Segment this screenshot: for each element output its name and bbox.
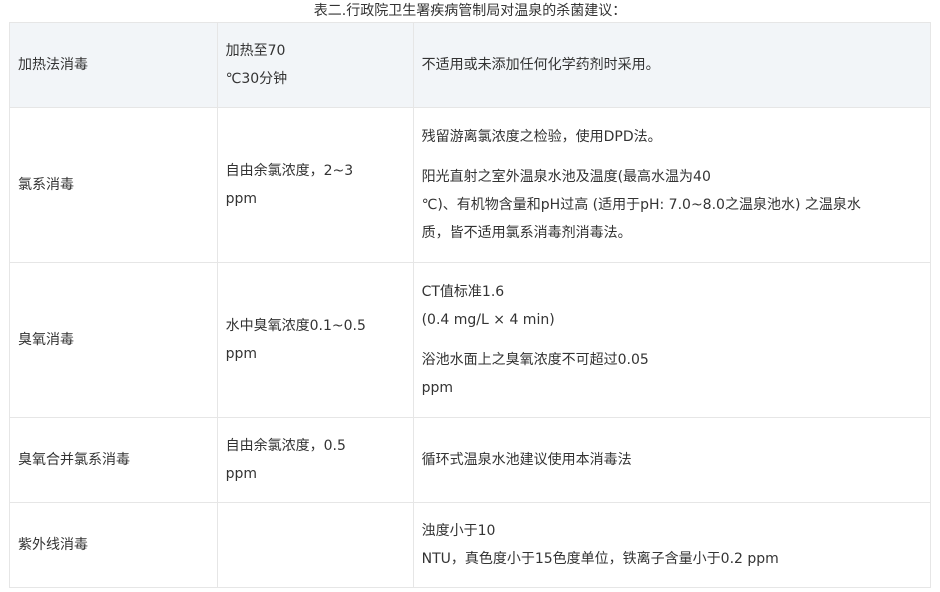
- condition-cell: 水中臭氧浓度0.1~0.5 ppm: [216, 262, 414, 418]
- notes-cell: 浊度小于10 NTU，真色度小于15色度单位，铁离子含量小于0.2 ppm: [412, 502, 932, 588]
- notes-cell: CT值标准1.6 (0.4 mg/L × 4 min) 浴池水面上之臭氧浓度不可…: [412, 262, 932, 418]
- notes-line: 不适用或未添加任何化学药剂时采用。: [421, 57, 660, 73]
- notes-line: ppm: [421, 380, 454, 396]
- notes-cell: 残留游离氯浓度之检验，使用DPD法。 阳光直射之室外温泉水池及温度(最高水温为4…: [412, 107, 932, 263]
- condition-line: 自由余氯浓度，0.5: [225, 438, 346, 454]
- method-text: 紫外线消毒: [18, 537, 88, 553]
- condition-line: ppm: [225, 466, 258, 482]
- notes-line: NTU，真色度小于15色度单位，铁离子含量小于0.2 ppm: [421, 551, 779, 567]
- table-row: 加热法消毒 加热至70 ℃30分钟 不适用或未添加任何化学药剂时采用。: [9, 22, 932, 108]
- notes-line: 阳光直射之室外温泉水池及温度(最高水温为40: [421, 169, 711, 185]
- notes-line: 循环式温泉水池建议使用本消毒法: [421, 452, 632, 468]
- table-row: 臭氧消毒 水中臭氧浓度0.1~0.5 ppm CT值标准1.6 (0.4 mg/…: [9, 262, 932, 418]
- method-text: 臭氧合并氯系消毒: [18, 452, 130, 468]
- table-row: 紫外线消毒 浊度小于10 NTU，真色度小于15色度单位，铁离子含量小于0.2 …: [9, 502, 932, 588]
- notes-line: 残留游离氯浓度之检验，使用DPD法。: [421, 129, 662, 145]
- condition-cell: 自由余氯浓度，2~3 ppm: [216, 107, 414, 263]
- method-text: 氯系消毒: [18, 177, 74, 193]
- method-cell: 加热法消毒: [9, 22, 218, 108]
- condition-cell: [216, 502, 414, 588]
- notes-line: (0.4 mg/L × 4 min): [421, 312, 555, 328]
- method-text: 加热法消毒: [18, 57, 88, 73]
- condition-line: ℃30分钟: [225, 71, 288, 87]
- condition-line: ppm: [225, 191, 258, 207]
- notes-line: 质，皆不适用氯系消毒剂消毒法。: [421, 225, 632, 241]
- notes-cell: 不适用或未添加任何化学药剂时采用。: [412, 22, 932, 108]
- condition-line: ppm: [225, 346, 258, 362]
- method-cell: 臭氧合并氯系消毒: [9, 417, 218, 503]
- condition-line: 加热至70: [225, 43, 286, 59]
- table-row: 臭氧合并氯系消毒 自由余氯浓度，0.5 ppm 循环式温泉水池建议使用本消毒法: [9, 417, 932, 503]
- condition-line: 自由余氯浓度，2~3: [225, 163, 354, 179]
- notes-line: CT值标准1.6: [421, 284, 505, 300]
- notes-line: 浴池水面上之臭氧浓度不可超过0.05: [421, 352, 649, 368]
- method-cell: 氯系消毒: [9, 107, 218, 263]
- method-text: 臭氧消毒: [18, 332, 74, 348]
- condition-line: 水中臭氧浓度0.1~0.5: [225, 318, 366, 334]
- method-cell: 臭氧消毒: [9, 262, 218, 418]
- notes-cell: 循环式温泉水池建议使用本消毒法: [412, 417, 932, 503]
- table-caption: 表二.行政院卫生署疾病管制局对温泉的杀菌建议：: [313, 3, 627, 19]
- table-row: 氯系消毒 自由余氯浓度，2~3 ppm 残留游离氯浓度之检验，使用DPD法。 阳…: [9, 107, 932, 263]
- method-cell: 紫外线消毒: [9, 502, 218, 588]
- condition-cell: 自由余氯浓度，0.5 ppm: [216, 417, 414, 503]
- condition-cell: 加热至70 ℃30分钟: [216, 22, 414, 108]
- notes-line: 浊度小于10: [421, 523, 496, 539]
- disinfection-table: 加热法消毒 加热至70 ℃30分钟 不适用或未添加任何化学药剂时采用。 氯系消毒…: [9, 22, 932, 588]
- notes-line: ℃)、有机物含量和pH过高 (适用于pH: 7.0~8.0之温泉池水) 之温泉水: [421, 197, 861, 213]
